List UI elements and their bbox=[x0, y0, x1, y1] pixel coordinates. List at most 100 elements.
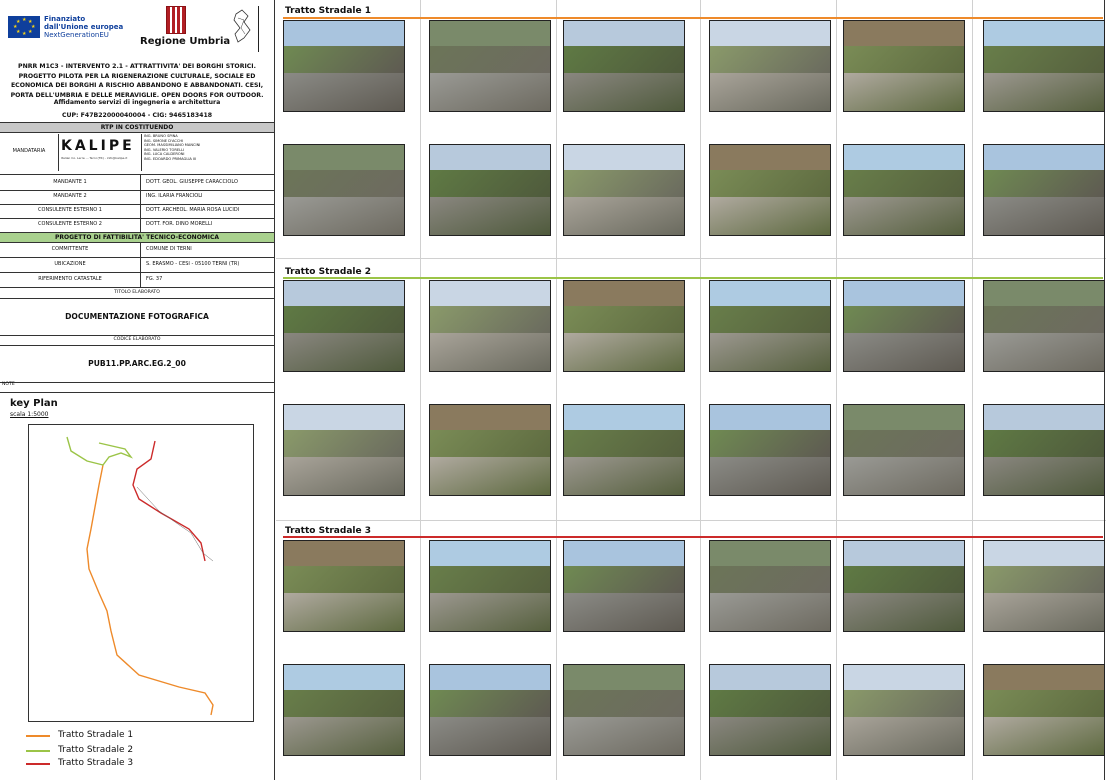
photo-vegetation bbox=[430, 46, 550, 74]
photo-road bbox=[430, 593, 550, 631]
photo-sky bbox=[710, 541, 830, 567]
photo-road bbox=[284, 197, 404, 235]
photo-vegetation bbox=[844, 46, 964, 74]
photo-sky bbox=[710, 405, 830, 431]
photo-road bbox=[984, 593, 1104, 631]
photo-sky bbox=[844, 281, 964, 307]
photo-road bbox=[844, 333, 964, 371]
photo-sky bbox=[564, 405, 684, 431]
document-code: PUB11.PP.ARC.EG.2_00 bbox=[0, 345, 274, 383]
photo-road bbox=[430, 197, 550, 235]
grid-divider bbox=[276, 258, 1106, 259]
road-photo bbox=[283, 540, 405, 632]
photo-sky bbox=[430, 21, 550, 47]
photo-road bbox=[564, 73, 684, 111]
road-photo bbox=[563, 664, 685, 756]
photo-vegetation bbox=[564, 566, 684, 594]
photo-sky bbox=[844, 21, 964, 47]
photo-sky bbox=[984, 405, 1104, 431]
photo-road bbox=[984, 717, 1104, 755]
photo-sky bbox=[430, 405, 550, 431]
document-title: DOCUMENTAZIONE FOTOGRAFICA bbox=[0, 298, 274, 336]
photo-vegetation bbox=[430, 430, 550, 458]
photo-road bbox=[284, 593, 404, 631]
photo-vegetation bbox=[710, 170, 830, 198]
photo-sky bbox=[430, 541, 550, 567]
photo-sky bbox=[844, 665, 964, 691]
photo-road bbox=[844, 593, 964, 631]
road-photo bbox=[429, 280, 551, 372]
photo-road bbox=[564, 333, 684, 371]
pfte-row-label: UBICAZIONE bbox=[0, 257, 141, 272]
grid-divider bbox=[972, 0, 973, 780]
photo-sky bbox=[284, 145, 404, 171]
legend-label: Tratto Stradale 1 bbox=[58, 730, 134, 740]
road-photo bbox=[429, 540, 551, 632]
road-photo bbox=[563, 144, 685, 236]
road-photo bbox=[843, 20, 965, 112]
photo-vegetation bbox=[430, 690, 550, 718]
road-photo bbox=[709, 664, 831, 756]
photo-road bbox=[710, 717, 830, 755]
grid-divider bbox=[276, 520, 1106, 521]
road-photo bbox=[283, 20, 405, 112]
photo-vegetation bbox=[984, 430, 1104, 458]
legend-swatch bbox=[26, 763, 50, 765]
photo-road bbox=[844, 457, 964, 495]
photo-sky bbox=[984, 21, 1104, 47]
photo-sky bbox=[284, 281, 404, 307]
photo-vegetation bbox=[710, 430, 830, 458]
photo-sky bbox=[284, 541, 404, 567]
photo-road bbox=[984, 73, 1104, 111]
photo-road bbox=[710, 593, 830, 631]
photo-road bbox=[844, 717, 964, 755]
legend-label: Tratto Stradale 2 bbox=[58, 745, 134, 755]
road-photo bbox=[709, 540, 831, 632]
photo-sky bbox=[564, 21, 684, 47]
road-photo bbox=[843, 540, 965, 632]
photo-vegetation bbox=[564, 430, 684, 458]
photo-sky bbox=[564, 665, 684, 691]
photo-sky bbox=[984, 665, 1104, 691]
photo-vegetation bbox=[844, 690, 964, 718]
route-2-line bbox=[66, 436, 134, 466]
road-photo bbox=[983, 280, 1105, 372]
pfte-row-value: COMUNE DI TERNI bbox=[146, 246, 192, 252]
mandataria-row: MANDATARIA KALIPE Italian Co. Lerre ... … bbox=[0, 132, 274, 175]
photo-vegetation bbox=[430, 170, 550, 198]
photo-sky bbox=[430, 281, 550, 307]
kalipe-logo: KALIPE Italian Co. Lerre ... Terni (TR) … bbox=[58, 134, 142, 171]
pfte-row-label: RIFERIMENTO CATASTALE bbox=[0, 272, 141, 287]
mandataria-members: ING. BRUNO SPINA ING. SIMONE D'ACCHI GEO… bbox=[144, 134, 200, 162]
photo-vegetation bbox=[284, 170, 404, 198]
region-name: Regione Umbria bbox=[140, 36, 231, 47]
photo-road bbox=[844, 73, 964, 111]
photo-vegetation bbox=[564, 46, 684, 74]
road-photo bbox=[843, 144, 965, 236]
road-photo bbox=[983, 20, 1105, 112]
photo-vegetation bbox=[564, 170, 684, 198]
photo-vegetation bbox=[564, 306, 684, 334]
photo-vegetation bbox=[284, 306, 404, 334]
photo-sky bbox=[844, 541, 964, 567]
photo-road bbox=[284, 717, 404, 755]
photo-vegetation bbox=[984, 690, 1104, 718]
pfte-row: UBICAZIONE S. ERASMO - CESI - 05100 TERN… bbox=[0, 257, 274, 273]
pfte-row-label: COMMITTENTE bbox=[0, 242, 141, 257]
photo-road bbox=[710, 197, 830, 235]
title-label: TITOLO ELABORATO bbox=[114, 290, 160, 295]
section-line-3 bbox=[283, 536, 1103, 538]
photo-vegetation bbox=[844, 306, 964, 334]
section-line-1 bbox=[283, 17, 1103, 19]
cesi-logo-icon bbox=[233, 9, 251, 43]
grid-divider bbox=[420, 0, 421, 780]
mandataria-label: MANDATARIA bbox=[12, 148, 46, 154]
road-photo bbox=[283, 664, 405, 756]
photo-road bbox=[710, 333, 830, 371]
photo-vegetation bbox=[710, 566, 830, 594]
photo-sky bbox=[564, 145, 684, 171]
photo-road bbox=[984, 457, 1104, 495]
title-block: ★ ★ ★ ★ ★ ★ ★ ★ Finanziato dall'Unione europe… bbox=[0, 0, 275, 780]
road-photo bbox=[983, 144, 1105, 236]
road-photo bbox=[709, 404, 831, 496]
